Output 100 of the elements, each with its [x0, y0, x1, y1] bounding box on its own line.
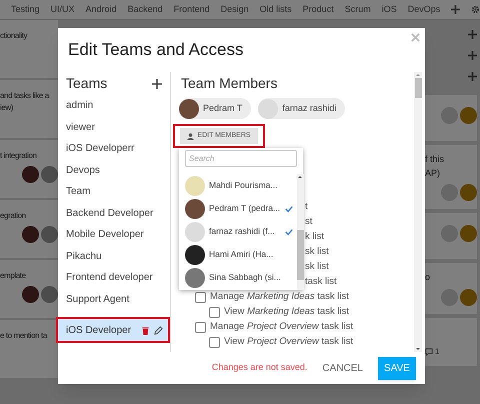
dropdown-scrollbar[interactable] — [296, 174, 304, 290]
member-chip[interactable]: Pedram T — [179, 98, 252, 119]
comment-icon — [425, 348, 433, 356]
member-option-label: Sina Sabbagh (si... — [209, 271, 281, 284]
avatar — [460, 288, 477, 306]
comment-count: 1 — [435, 346, 440, 358]
member-option-label: farnaz rashidi (f... — [209, 225, 276, 238]
team-item[interactable]: viewer — [58, 116, 168, 138]
scroll-up-icon — [297, 174, 304, 180]
member-name: Pedram T — [203, 102, 242, 115]
plus-icon[interactable] — [451, 5, 460, 14]
close-button[interactable] — [409, 31, 421, 43]
card-text: t integration — [0, 150, 37, 162]
checkbox[interactable] — [195, 322, 206, 333]
card-text: egration — [0, 210, 26, 222]
avatar — [441, 107, 458, 124]
avatar — [179, 98, 199, 118]
avatar — [441, 184, 458, 201]
settings-icon[interactable] — [471, 5, 480, 14]
scrollbar-thumb[interactable] — [414, 78, 422, 98]
member-name: farnaz rashidi — [282, 102, 336, 115]
board-tab[interactable]: Frontend — [174, 2, 210, 16]
pencil-icon[interactable] — [154, 326, 163, 334]
permission-label: Manage Project Overview task list — [210, 320, 354, 334]
avatar — [41, 286, 58, 303]
search-field[interactable]: Search — [185, 150, 297, 167]
team-item[interactable]: admin — [58, 95, 168, 116]
card-text: e to mention ta — [0, 330, 47, 342]
member-option-label: Mahdi Pourisma... — [209, 179, 278, 192]
scroll-down-icon — [415, 346, 421, 352]
board-tab[interactable]: Old lists — [260, 2, 292, 16]
member-option[interactable]: Hami Amiri (Ha... — [179, 243, 297, 266]
avatar — [41, 166, 58, 183]
permission-label: t — [305, 200, 308, 214]
scrollbar-thumb[interactable] — [296, 230, 304, 280]
avatar — [185, 244, 205, 264]
board-tab[interactable]: iOS — [382, 2, 397, 16]
board-tab[interactable]: Android — [86, 2, 117, 16]
card-text: ctionality — [0, 30, 28, 42]
member-option[interactable]: Sina Sabbagh (si... — [179, 266, 297, 289]
permission-label: Manage Marketing Ideas task list — [210, 290, 349, 304]
teams-heading: Teams — [66, 74, 108, 93]
card-text: o — [425, 271, 430, 284]
members-heading: Team Members — [181, 74, 278, 93]
board-tab[interactable]: UI/UX — [50, 2, 75, 16]
avatar — [441, 288, 458, 306]
member-chip[interactable]: farnaz rashidi — [258, 98, 346, 119]
checkbox[interactable] — [209, 337, 220, 348]
dialog-title: Edit Teams and Access — [68, 39, 244, 62]
close-icon — [410, 32, 420, 42]
plus-icon[interactable] — [468, 30, 477, 39]
member-option-label: Hami Amiri (Ha... — [209, 248, 274, 261]
cancel-button[interactable]: CANCEL — [319, 360, 366, 376]
team-item[interactable]: Mobile Developer — [58, 224, 168, 246]
avatar — [460, 184, 477, 201]
plus-icon[interactable] — [468, 72, 477, 81]
avatar — [22, 286, 39, 303]
person-icon — [187, 132, 194, 140]
member-option[interactable]: farnaz rashidi (f... — [179, 220, 297, 243]
avatar — [185, 222, 205, 242]
avatar — [441, 225, 458, 242]
team-item[interactable]: Pikachu — [58, 246, 168, 267]
permission-label: View Marketing Ideas task list — [224, 305, 349, 320]
checkbox[interactable] — [195, 292, 206, 303]
team-item[interactable]: Support Agent — [58, 288, 168, 310]
board-tab[interactable]: Scrum — [344, 2, 371, 16]
avatar — [185, 268, 205, 288]
permission-label: sk list — [305, 245, 329, 260]
board-tab[interactable]: Design — [220, 2, 249, 16]
card-text: emplate — [0, 270, 26, 282]
board-tab[interactable]: Backend — [128, 2, 163, 16]
avatar — [258, 98, 278, 118]
team-item[interactable]: iOS Developerr — [58, 138, 168, 160]
unsaved-notice: Changes are not saved. — [212, 361, 308, 374]
trash-icon[interactable] — [141, 326, 150, 334]
avatar — [41, 226, 58, 243]
member-option-label: Pedram T (pedra... — [209, 202, 281, 215]
team-item[interactable]: Frontend developer — [58, 267, 168, 288]
member-option[interactable]: Mahdi Pourisma... — [179, 174, 297, 197]
card-text: and tasks like a — [0, 90, 49, 102]
team-item-selected[interactable]: iOS Developer — [58, 319, 168, 341]
checkbox[interactable] — [209, 307, 220, 318]
plus-icon — [152, 78, 162, 88]
card-text: iew) — [0, 102, 14, 114]
plus-icon[interactable] — [468, 51, 477, 60]
team-item[interactable]: Team — [58, 181, 168, 202]
avatar — [22, 226, 39, 243]
board-tab[interactable]: Product — [302, 2, 334, 16]
team-item[interactable]: Devops — [58, 160, 168, 181]
board-tab[interactable]: DevOps — [408, 2, 440, 16]
permission-label: task list — [305, 275, 337, 290]
board-tab[interactable]: Testing — [11, 2, 40, 16]
permission-label: st — [305, 215, 312, 230]
scrollbar[interactable] — [414, 72, 422, 352]
avatar — [185, 176, 205, 196]
team-item[interactable]: Backend Developer — [58, 202, 168, 224]
avatar — [460, 225, 477, 242]
add-team-button[interactable] — [152, 78, 162, 88]
member-option[interactable]: Pedram T (pedra... — [179, 197, 297, 220]
avatar — [185, 198, 205, 218]
